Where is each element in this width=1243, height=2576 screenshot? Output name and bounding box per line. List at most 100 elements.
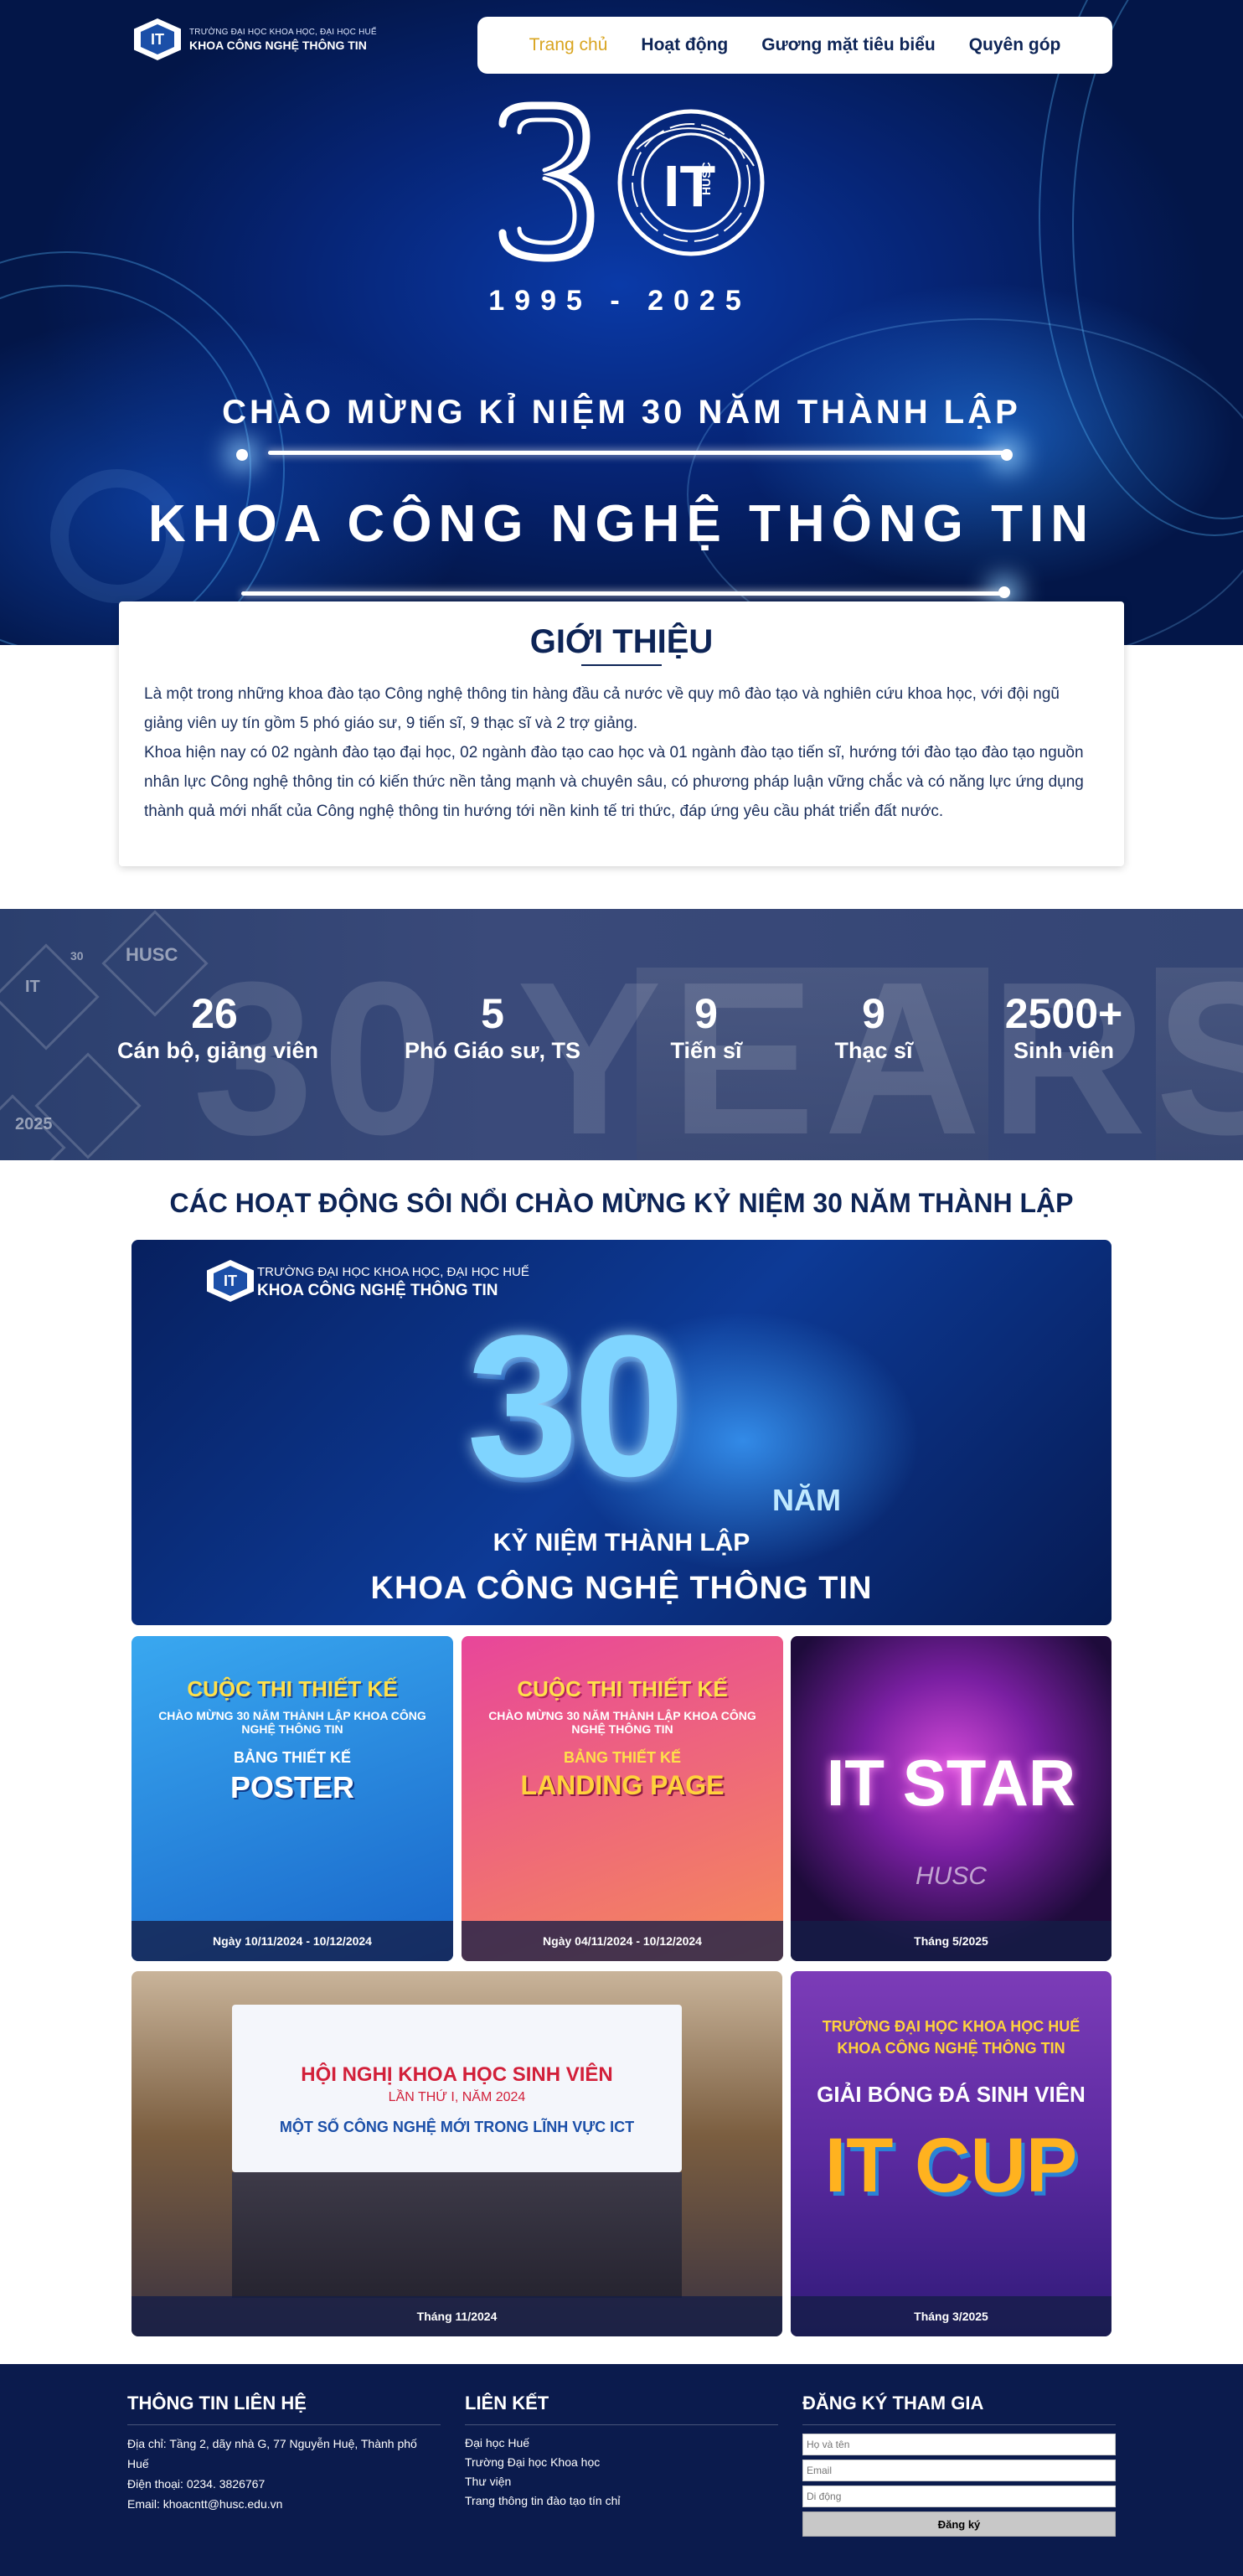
stat-label: Phó Giáo sư, TS [404, 1038, 581, 1063]
activity-card-student-conference[interactable]: HỘI NGHỊ KHOA HỌC SINH VIÊN LẦN THỨ I, N… [132, 1971, 782, 2336]
register-button[interactable]: Đăng ký [802, 2511, 1116, 2537]
intro-paragraph-1: Là một trong những khoa đào tạo Công ngh… [144, 685, 1060, 732]
site-brand[interactable]: IT TRƯỜNG ĐẠI HỌC KHOA HỌC, ĐẠI HỌC HUẾ … [134, 18, 377, 60]
nav-donate[interactable]: Quyên góp [969, 35, 1061, 55]
card-title: IT STAR [826, 1746, 1076, 1820]
card-subtitle: LẦN THỨ I, NĂM 2024 [388, 2090, 526, 2104]
activity-card-landing-page-contest[interactable]: CUỘC THI THIẾT KẾ CHÀO MỪNG 30 NĂM THÀNH… [462, 1636, 783, 1961]
card-caption: Ngày 04/11/2024 - 10/12/2024 [462, 1921, 783, 1961]
stat-value: 9 [694, 990, 718, 1037]
intro-card: GIỚI THIỆU Là một trong những khoa đào t… [119, 601, 1124, 866]
decor-glow [236, 449, 248, 461]
card-title: CUỘC THI THIẾT KẾ [187, 1676, 398, 1701]
banner-line-1: TRƯỜNG ĐẠI HỌC KHOA HỌC, ĐẠI HỌC HUẾ [257, 1265, 529, 1279]
hero-subtitle: CHÀO MỪNG KỈ NIỆM 30 NĂM THÀNH LẬP [222, 394, 1021, 431]
card-highlight: POSTER [230, 1770, 355, 1804]
footer-register-heading: ĐĂNG KÝ THAM GIA [802, 2393, 1116, 2425]
main-nav: Trang chủ Hoạt động Gương mặt tiêu biểu … [477, 17, 1112, 74]
card-title: CUỘC THI THIẾT KẾ [517, 1676, 728, 1701]
stat-staff: 26 Cán bộ, giảng viên [117, 990, 319, 1064]
stats-tag: HUSC [126, 944, 178, 965]
card-text: BẢNG THIẾT KẾ [563, 1749, 681, 1766]
card-subtitle: CHÀO MỪNG 30 NĂM THÀNH LẬP KHOA CÔNG NGH… [488, 1709, 756, 1736]
stat-value: 5 [481, 990, 504, 1037]
card-line-1: TRƯỜNG ĐẠI HỌC KHOA HỌC HUẾ [822, 2018, 1081, 2035]
decor-swirl [687, 318, 1243, 645]
hero-years: 1995 - 2025 [488, 285, 751, 317]
footer-contact-heading: THÔNG TIN LIÊN HỆ [127, 2393, 441, 2425]
stat-students: 2500+ Sinh viên [988, 993, 1139, 1064]
card-caption: Tháng 3/2025 [791, 2296, 1111, 2336]
footer-link-credit-portal[interactable]: Trang thông tin đào tạo tín chỉ [465, 2491, 778, 2511]
hero-section: IT TRƯỜNG ĐẠI HỌC KHOA HỌC, ĐẠI HỌC HUẾ … [0, 0, 1243, 645]
banner-nam: NĂM [772, 1483, 841, 1517]
intro-heading: GIỚI THIỆU [529, 623, 714, 660]
activity-banner[interactable]: IT TRƯỜNG ĐẠI HỌC KHOA HỌC, ĐẠI HỌC HUẾ … [132, 1240, 1111, 1625]
brand-line-2: KHOA CÔNG NGHỆ THÔNG TIN [189, 38, 367, 52]
banner-30: 30 [467, 1293, 685, 1518]
nav-home[interactable]: Trang chủ [529, 35, 608, 55]
intro-underline [581, 664, 662, 666]
stat-label: Sinh viên [1013, 1038, 1115, 1063]
brand-shield-icon: IT [134, 18, 181, 60]
activity-card-poster-contest[interactable]: CUỘC THI THIẾT KẾ CHÀO MỪNG 30 NĂM THÀNH… [132, 1636, 453, 1961]
activity-card-it-cup[interactable]: TRƯỜNG ĐẠI HỌC KHOA HỌC HUẾ KHOA CÔNG NG… [791, 1971, 1111, 2336]
group-photo [232, 2172, 682, 2298]
card-line-2: KHOA CÔNG NGHỆ THÔNG TIN [837, 2040, 1065, 2057]
brand-shield-icon: IT [207, 1260, 254, 1302]
stat-masters: 9 Thạc sĩ [812, 993, 935, 1064]
stat-label: Tiến sĩ [670, 1038, 742, 1063]
footer-phone: Điện thoại: 0234. 3826767 [127, 2477, 266, 2491]
nav-activities[interactable]: Hoạt động [641, 35, 728, 55]
conference-backdrop [232, 2005, 682, 2172]
card-subtitle: HUSC [915, 1862, 987, 1890]
register-name-field[interactable] [802, 2434, 1116, 2455]
register-phone-field[interactable] [802, 2486, 1116, 2507]
stats-tag: IT [25, 978, 40, 996]
footer-contact: THÔNG TIN LIÊN HỆ Địa chỉ: Tầng 2, dãy n… [127, 2393, 441, 2514]
hero-divider [241, 591, 1008, 596]
register-email-field[interactable] [802, 2460, 1116, 2481]
stat-value: 9 [862, 990, 885, 1037]
stat-value: 26 [191, 990, 238, 1037]
brand-line-1: TRƯỜNG ĐẠI HỌC KHOA HỌC, ĐẠI HỌC HUẾ [189, 27, 377, 37]
stat-doctors: 9 Tiến sĩ [645, 993, 767, 1064]
footer-link-science-university[interactable]: Trường Đại học Khoa học [465, 2453, 778, 2472]
hero-title: KHOA CÔNG NGHỆ THÔNG TIN [147, 495, 1096, 553]
card-subtitle: CHÀO MỪNG 30 NĂM THÀNH LẬP KHOA CÔNG NGH… [158, 1709, 426, 1736]
stat-assoc-professors: 5 Phó Giáo sư, TS [400, 993, 585, 1064]
nav-featured-faces[interactable]: Gương mặt tiêu biểu [761, 35, 935, 55]
anniversary-30-logo: IT HUSC [498, 101, 765, 262]
intro-paragraph-2: Khoa hiện nay có 02 ngành đào tạo đại họ… [144, 744, 1084, 820]
stats-section: 30 YEARS IT IT 30 HUSC 2025 26 Cán bộ, g… [0, 909, 1243, 1160]
logo-husc-tag: HUSC [699, 162, 713, 195]
activities-heading: CÁC HOẠT ĐỘNG SÔI NỔI CHÀO MỪNG KỶ NIỆM … [169, 1188, 1074, 1218]
footer-link-library[interactable]: Thư viện [465, 2472, 778, 2491]
banner-subtitle: KỶ NIỆM THÀNH LẬP [493, 1529, 750, 1556]
stat-label: Thạc sĩ [834, 1038, 913, 1063]
card-text: BẢNG THIẾT KẾ [233, 1749, 351, 1766]
site-footer: THÔNG TIN LIÊN HỆ Địa chỉ: Tầng 2, dãy n… [0, 2364, 1243, 2576]
card-caption: Tháng 11/2024 [132, 2296, 782, 2336]
activity-card-it-star[interactable]: IT STAR HUSC Tháng 5/2025 [791, 1636, 1111, 1961]
card-highlight: IT CUP [824, 2123, 1078, 2208]
footer-link-hue-university[interactable]: Đại học Huế [465, 2434, 778, 2453]
stat-value: 2500+ [1004, 990, 1123, 1037]
card-title: GIẢI BÓNG ĐÁ SINH VIÊN [817, 2082, 1086, 2107]
stat-label: Cán bộ, giảng viên [117, 1038, 319, 1063]
hero-divider [268, 451, 1008, 455]
footer-links: LIÊN KẾT Đại học Huế Trường Đại học Khoa… [465, 2393, 778, 2511]
stats-tag: 30 [70, 949, 84, 963]
card-highlight: LANDING PAGE [520, 1770, 725, 1800]
footer-email: Email: khoacntt@husc.edu.vn [127, 2497, 283, 2511]
footer-address: Địa chỉ: Tầng 2, dãy nhà G, 77 Nguyễn Hu… [127, 2437, 417, 2470]
card-text: MỘT SỐ CÔNG NGHỆ MỚI TRONG LĨNH VỰC ICT [279, 2119, 635, 2135]
card-title: HỘI NGHỊ KHOA HỌC SINH VIÊN [301, 2063, 613, 2086]
banner-title: KHOA CÔNG NGHỆ THÔNG TIN [370, 1571, 873, 1606]
footer-links-heading: LIÊN KẾT [465, 2393, 778, 2425]
banner-line-2: KHOA CÔNG NGHỆ THÔNG TIN [257, 1282, 498, 1299]
card-caption: Tháng 5/2025 [791, 1921, 1111, 1961]
footer-register: ĐĂNG KÝ THAM GIA Đăng ký [802, 2393, 1116, 2537]
card-caption: Ngày 10/11/2024 - 10/12/2024 [132, 1921, 453, 1961]
stats-tag: 2025 [15, 1115, 53, 1133]
